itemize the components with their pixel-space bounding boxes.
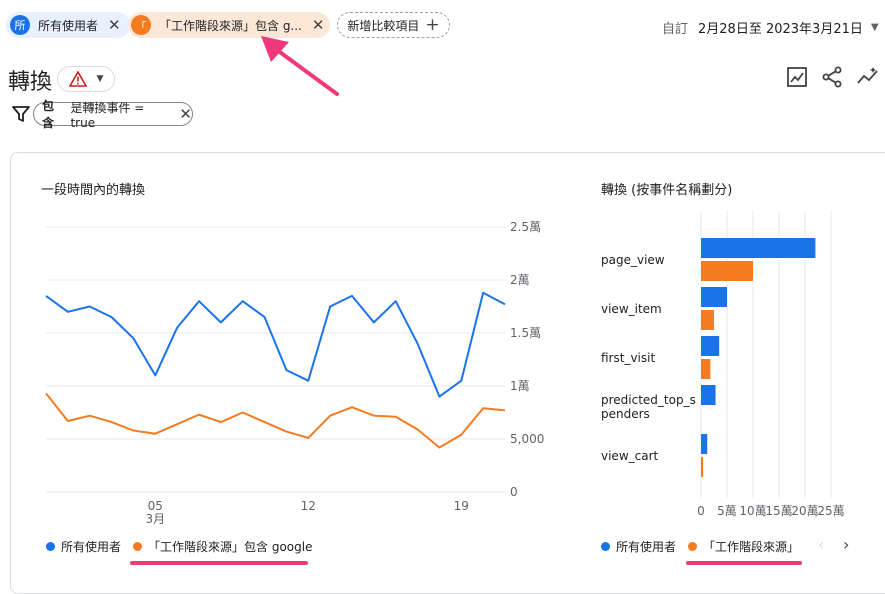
chevron-right-icon[interactable]: ›: [843, 535, 849, 554]
bar-google: [701, 261, 753, 281]
legend-highlight-underline: [130, 561, 308, 565]
bar-chart-legend: 所有使用者 「工作階段來源」: [601, 538, 799, 555]
bar-google: [701, 359, 711, 379]
legend-label-all: 所有使用者: [616, 540, 677, 554]
category-label: penders: [601, 407, 650, 421]
line-chart-legend: 所有使用者 「工作階段來源」包含 google: [46, 538, 312, 555]
bar-all-users: [701, 336, 720, 356]
x-tick-label: 5萬: [717, 504, 737, 518]
legend-dot-google: [133, 542, 143, 551]
bar-all-users: [701, 238, 816, 258]
category-label: view_item: [601, 302, 662, 316]
category-label: view_cart: [601, 449, 659, 463]
x-tick-label: 20萬: [791, 504, 818, 518]
bar-all-users: [701, 287, 727, 307]
legend-dot-all: [601, 542, 610, 551]
bar-all-users: [701, 434, 708, 454]
category-label: predicted_top_s: [601, 393, 696, 407]
legend-label-google: 「工作階段來源」: [703, 540, 800, 554]
legend-highlight-underline: [686, 561, 802, 565]
x-tick-label: 15萬: [765, 504, 792, 518]
x-tick-label: 0: [697, 504, 705, 518]
category-label: page_view: [601, 253, 665, 267]
bar-google: [701, 457, 704, 477]
bar-chart: 0 5萬 10萬15萬20萬25萬 page_view view_item first_v…: [601, 210, 845, 518]
legend-dot-all: [46, 542, 55, 551]
chevron-left-icon[interactable]: ‹: [818, 535, 824, 554]
legend-label-google: 「工作階段來源」包含 google: [148, 540, 313, 554]
x-tick-label: 25萬: [817, 504, 844, 518]
x-tick-label: 10萬: [739, 504, 766, 518]
legend-dot-google: [688, 542, 698, 551]
bar-google: [701, 310, 714, 330]
legend-label-all: 所有使用者: [61, 540, 122, 554]
bar-all-users: [701, 385, 716, 405]
category-label: first_visit: [601, 351, 655, 365]
